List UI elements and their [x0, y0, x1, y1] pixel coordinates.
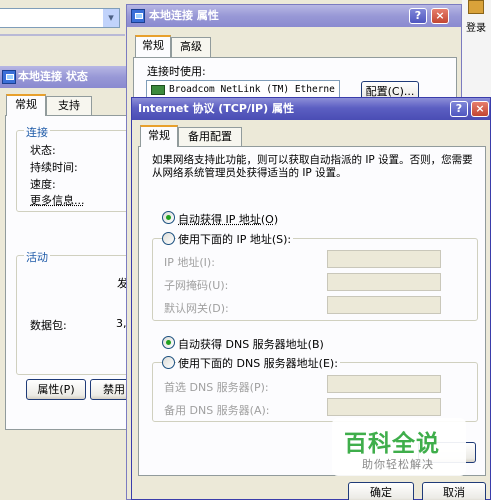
login-label[interactable]: 登录	[466, 19, 486, 34]
status-window-titlebar[interactable]: 本地连接 状态	[0, 66, 138, 88]
tab-support[interactable]: 支持	[46, 96, 92, 116]
desktop-strip: 登录	[462, 0, 491, 100]
auto-ip-radio[interactable]	[162, 211, 175, 224]
status-window-title: 本地连接 状态	[18, 70, 88, 83]
alternate-dns-field[interactable]	[327, 398, 441, 416]
background-window: ▾	[0, 0, 125, 70]
properties-button[interactable]: 属性(P)	[26, 379, 86, 400]
tab-general[interactable]: 常规	[135, 35, 171, 57]
description-text: 如果网络支持此功能，则可以获取自动指派的 IP 设置。否则，您需要从网络系统管理…	[152, 154, 473, 179]
adapter-icon	[151, 85, 165, 95]
close-button[interactable]: ×	[471, 101, 489, 117]
gateway-label: 默认网关(D):	[164, 302, 229, 315]
preferred-dns-field[interactable]	[327, 375, 441, 393]
manual-ip-label[interactable]: 使用下面的 IP 地址(S):	[176, 231, 294, 247]
properties-window-title: 本地连接 属性	[149, 9, 219, 22]
watermark-title: 百科全说	[344, 431, 440, 457]
tab-general[interactable]: 常规	[6, 94, 46, 116]
ip-address-field[interactable]	[327, 250, 441, 268]
alternate-dns-label: 备用 DNS 服务器(A):	[164, 404, 270, 417]
cancel-button[interactable]: 取消	[422, 482, 486, 500]
tab-alternate-config[interactable]: 备用配置	[178, 127, 242, 147]
manual-ip-radio[interactable]	[162, 232, 175, 245]
help-button[interactable]: ?	[450, 101, 468, 117]
auto-dns-radio[interactable]	[162, 336, 175, 349]
connection-group-label: 连接	[24, 124, 50, 140]
auto-dns-label[interactable]: 自动获得 DNS 服务器地址(B)	[178, 336, 324, 352]
preferred-dns-label: 首选 DNS 服务器(P):	[164, 381, 269, 394]
properties-window-titlebar[interactable]: 本地连接 属性 ? ×	[127, 5, 461, 27]
tcpip-window-titlebar[interactable]: Internet 协议 (TCP/IP) 属性 ? ×	[132, 98, 490, 120]
watermark-subtitle: 助你轻松解决	[362, 458, 434, 471]
tab-general[interactable]: 常规	[140, 125, 178, 147]
background-window-divider	[0, 34, 125, 36]
address-dropdown[interactable]: ▾	[0, 8, 120, 28]
watermark: 百科全说 助你轻松解决	[332, 418, 466, 476]
login-icon[interactable]	[468, 0, 484, 14]
tcpip-window-title: Internet 协议 (TCP/IP) 属性	[138, 102, 294, 115]
activity-group-label: 活动	[24, 249, 50, 265]
subnet-mask-label: 子网掩码(U):	[164, 279, 229, 292]
chevron-down-icon[interactable]: ▾	[103, 9, 119, 27]
network-icon	[131, 9, 145, 23]
connect-using-label: 连接时使用:	[147, 65, 206, 78]
status-window: 本地连接 状态 常规 支持 连接 状态: 持续时间: 速度: 更多信息... 活…	[0, 66, 146, 450]
adapter-name: Broadcom NetLink (TM) Etherne	[169, 84, 335, 95]
packets-label: 数据包:	[30, 319, 67, 332]
ip-address-label: IP 地址(I):	[164, 256, 215, 269]
speed-row-label: 速度:	[30, 178, 56, 191]
manual-dns-label[interactable]: 使用下面的 DNS 服务器地址(E):	[176, 355, 340, 371]
status-row-label: 状态:	[30, 144, 56, 157]
network-icon	[2, 70, 16, 84]
duration-row-label: 持续时间:	[30, 161, 78, 174]
tab-advanced[interactable]: 高级	[171, 37, 211, 57]
gateway-field[interactable]	[327, 296, 441, 314]
subnet-mask-field[interactable]	[327, 273, 441, 291]
close-button[interactable]: ×	[431, 8, 449, 24]
auto-ip-label[interactable]: 自动获得 IP 地址(O)	[178, 211, 278, 227]
manual-dns-radio[interactable]	[162, 356, 175, 369]
help-button[interactable]: ?	[409, 8, 427, 24]
packets-partial-value: 3,	[116, 317, 127, 330]
more-info-link[interactable]: 更多信息...	[30, 192, 85, 208]
ok-button[interactable]: 确定	[348, 482, 414, 500]
